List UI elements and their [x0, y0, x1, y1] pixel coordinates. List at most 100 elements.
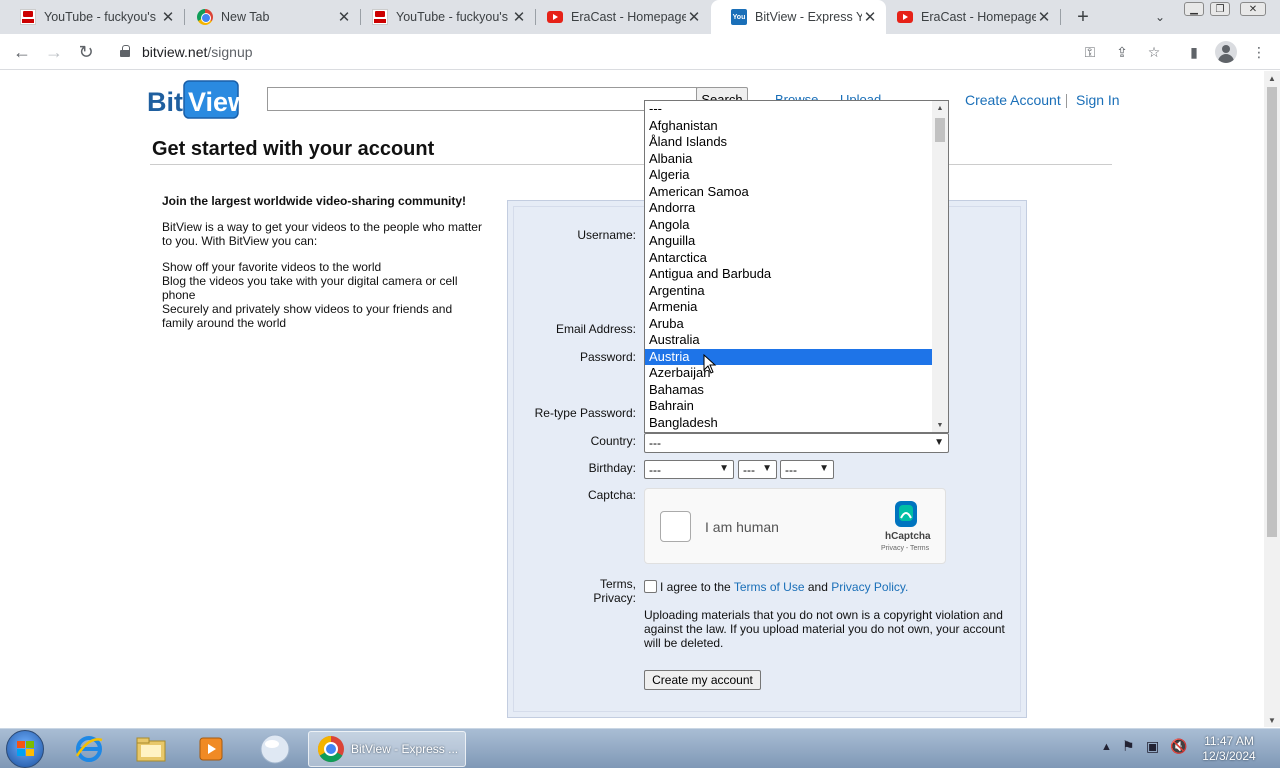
country-option[interactable]: Azerbaijan [645, 365, 932, 382]
new-tab-button[interactable]: + [1072, 6, 1094, 28]
birthday-year-select[interactable]: --- ▼ [780, 460, 834, 479]
privacy-policy-link[interactable]: Privacy Policy. [831, 580, 908, 594]
reload-icon[interactable]: ↻ [74, 40, 98, 64]
tab-title: EraCast - Homepage [571, 10, 686, 24]
app-orb-icon[interactable] [248, 732, 302, 766]
tab-eracast-2[interactable]: EraCast - Homepage ✕ [877, 0, 1060, 34]
bitview-logo[interactable]: Bit View [146, 80, 240, 120]
tab-bitview[interactable]: You BitView - Express Yo ✕ [711, 0, 886, 34]
country-option[interactable]: Antigua and Barbuda [645, 266, 932, 283]
side-panel-icon[interactable]: ▮ [1184, 42, 1204, 62]
birthday-day-select[interactable]: --- ▼ [738, 460, 777, 479]
restore-button[interactable]: ❐ [1210, 2, 1230, 16]
taskbar-chrome-window[interactable]: BitView - Express ... [308, 731, 466, 767]
site-search-input[interactable] [267, 87, 697, 111]
feature-item: Securely and privately show videos to yo… [162, 302, 453, 330]
tab-title: New Tab [221, 10, 270, 24]
scroll-up-icon[interactable]: ▲ [932, 101, 948, 115]
country-option[interactable]: Bahamas [645, 382, 932, 399]
tab-search-icon[interactable]: ⌄ [1150, 8, 1170, 26]
agree-terms-checkbox[interactable] [644, 580, 657, 593]
country-option[interactable]: Åland Islands [645, 134, 932, 151]
tab-youtube-2[interactable]: YouTube - fuckyou's ✕ [352, 0, 535, 34]
tab-new-tab[interactable]: New Tab ✕ [177, 0, 360, 34]
country-option[interactable]: Andorra [645, 200, 932, 217]
page-scrollbar[interactable]: ▲ ▼ [1264, 71, 1280, 727]
country-select[interactable]: --- ▼ [644, 433, 949, 453]
system-clock[interactable]: 11:47 AM 12/3/2024 [1196, 734, 1262, 764]
tab-youtube-1[interactable]: YouTube - fuckyou's ✕ [0, 0, 184, 34]
action-center-flag-icon[interactable]: ⚑ [1122, 738, 1135, 755]
hcaptcha-brand: hCaptcha [885, 531, 931, 542]
country-option[interactable]: American Samoa [645, 184, 932, 201]
tab-title: EraCast - Homepage [921, 10, 1036, 24]
start-button[interactable] [6, 730, 44, 768]
svg-text:View: View [188, 87, 240, 117]
country-option[interactable]: Argentina [645, 283, 932, 300]
back-icon[interactable]: ← [10, 40, 34, 64]
hcaptcha-links[interactable]: Privacy - Terms [881, 545, 929, 552]
volume-muted-icon[interactable]: 🔇 [1170, 738, 1187, 755]
create-account-button[interactable]: Create my account [644, 670, 761, 690]
birthday-month-select[interactable]: --- ▼ [644, 460, 734, 479]
country-option[interactable]: Austria [645, 348, 932, 365]
close-tab-icon[interactable]: ✕ [1036, 9, 1052, 26]
country-option[interactable]: Algeria [645, 167, 932, 184]
profile-avatar[interactable] [1215, 41, 1237, 63]
tray-expand-icon[interactable]: ▲ [1101, 741, 1112, 753]
menu-kebab-icon[interactable]: ⋮ [1249, 42, 1269, 62]
scroll-down-icon[interactable]: ▼ [1264, 713, 1280, 727]
feature-item: Blog the videos you take with your digit… [162, 274, 458, 302]
url-text: bitview.net/signup [142, 44, 253, 60]
privacy-label: Privacy: [593, 591, 636, 605]
close-tab-icon[interactable]: ✕ [160, 9, 176, 26]
forward-icon[interactable]: → [42, 40, 66, 64]
close-tab-icon[interactable]: ✕ [686, 9, 702, 26]
internet-explorer-icon[interactable] [62, 732, 116, 766]
chevron-down-icon: ▼ [934, 437, 944, 448]
birthday-month-value: --- [649, 462, 661, 477]
mouse-cursor-icon [703, 354, 717, 374]
country-option[interactable]: Angola [645, 217, 932, 234]
sign-in-link[interactable]: Sign In [1076, 92, 1120, 108]
close-tab-icon[interactable]: ✕ [336, 9, 352, 26]
close-tab-icon[interactable]: ✕ [862, 9, 878, 26]
minimize-button[interactable]: ▁ [1184, 2, 1204, 16]
file-explorer-icon[interactable] [124, 732, 178, 766]
network-icon[interactable]: ▣ [1146, 738, 1159, 755]
address-bar[interactable]: bitview.net/signup [108, 37, 1178, 67]
key-icon[interactable]: ⚿ [1080, 42, 1100, 62]
country-dropdown-list[interactable]: --- Afghanistan Åland Islands Albania Algeri… [644, 100, 949, 433]
country-option[interactable]: Bangladesh [645, 415, 932, 432]
feature-item: Show off your favorite videos to the wor… [162, 260, 382, 274]
copyright-warning: Uploading materials that you do not own … [644, 608, 1005, 650]
country-option[interactable]: Aruba [645, 316, 932, 333]
share-icon[interactable]: ⇪ [1112, 42, 1132, 62]
country-option[interactable]: Bahrain [645, 398, 932, 415]
close-window-button[interactable]: ✕ [1240, 2, 1266, 16]
header-divider [1066, 94, 1067, 108]
media-player-icon[interactable] [184, 732, 238, 766]
page-scroll-thumb[interactable] [1267, 87, 1277, 537]
close-tab-icon[interactable]: ✕ [511, 9, 527, 26]
country-option[interactable]: Albania [645, 151, 932, 168]
country-option[interactable]: Australia [645, 332, 932, 349]
dropdown-scroll-thumb[interactable] [935, 118, 945, 142]
scroll-up-icon[interactable]: ▲ [1264, 71, 1280, 85]
bookmark-star-icon[interactable]: ☆ [1144, 42, 1164, 62]
windows-taskbar: BitView - Express ... ▲ ⚑ ▣ 🔇 11:47 AM 1… [0, 728, 1280, 768]
terms-of-use-link[interactable]: Terms of Use [734, 580, 805, 594]
country-label: Country: [590, 434, 636, 448]
country-option[interactable]: Afghanistan [645, 118, 932, 135]
create-account-link[interactable]: Create Account [965, 92, 1061, 108]
country-option[interactable]: Armenia [645, 299, 932, 316]
birthday-year-value: --- [785, 462, 797, 477]
country-option[interactable]: Anguilla [645, 233, 932, 250]
country-option[interactable]: Antarctica [645, 250, 932, 267]
birthday-label: Birthday: [588, 461, 636, 475]
tab-eracast-1[interactable]: EraCast - Homepage ✕ [527, 0, 710, 34]
captcha-checkbox[interactable] [660, 511, 691, 542]
scroll-down-icon[interactable]: ▼ [932, 418, 948, 432]
country-option[interactable]: --- [645, 101, 932, 118]
dropdown-scrollbar[interactable]: ▲ ▼ [932, 101, 948, 432]
